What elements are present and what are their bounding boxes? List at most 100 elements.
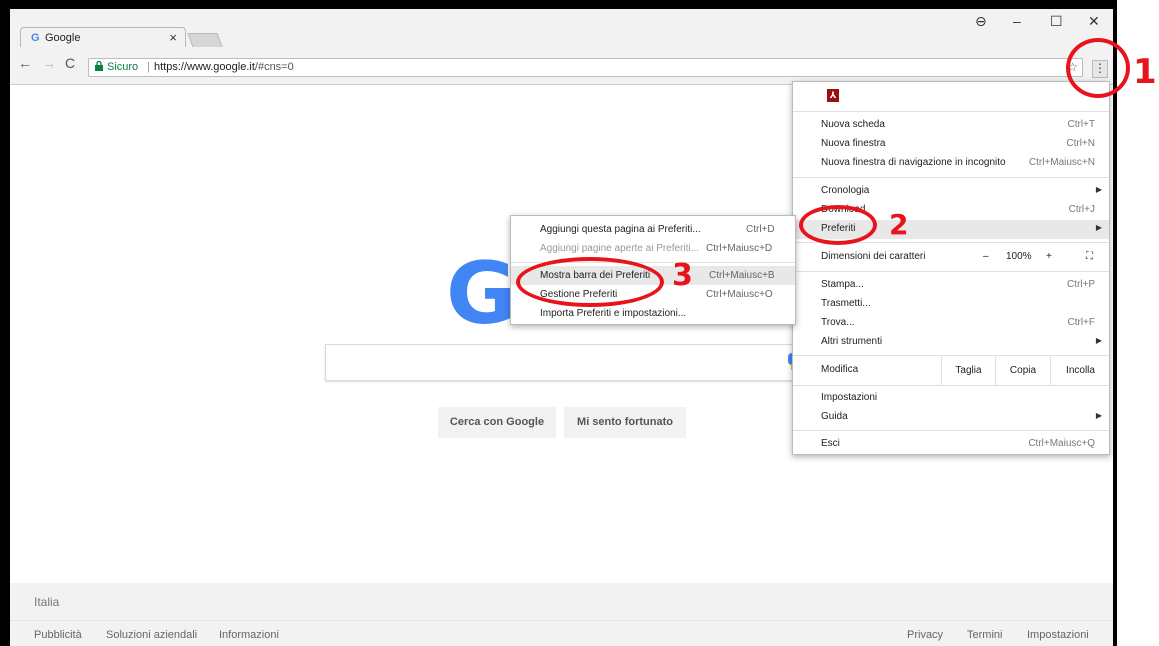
lock-icon	[95, 60, 103, 74]
submenu-item-bookmark-page[interactable]: Aggiungi questa pagina ai Preferiti... C…	[511, 220, 795, 239]
minimize-button[interactable]: –	[1013, 13, 1021, 29]
tab-close-icon[interactable]: ×	[169, 30, 177, 45]
annotation-circle-1	[1066, 38, 1130, 98]
browser-toolbar: ← → C Sicuro | https://www.google.it/#cn…	[10, 47, 1113, 85]
footer-link-privacy[interactable]: Privacy	[907, 629, 943, 641]
menu-item-label: Esci	[821, 438, 840, 449]
menu-item-label: Impostazioni	[821, 392, 878, 403]
pdf-extension-icon[interactable]: ⅄	[827, 89, 839, 102]
menu-item-history[interactable]: Cronologia ▶	[793, 182, 1109, 201]
url-base: https://www.google.it	[154, 61, 255, 73]
menu-item-label: Guida	[821, 411, 848, 422]
url-tail: /#cns=0	[254, 61, 294, 73]
submenu-item-shortcut: Ctrl+Maiusc+O	[706, 289, 773, 300]
footer-divider	[10, 620, 1113, 621]
menu-divider	[793, 111, 1109, 112]
tab-title: Google	[45, 32, 81, 44]
menu-item-label: Trasmetti...	[821, 298, 871, 309]
footer-country: Italia	[34, 595, 60, 609]
menu-item-print[interactable]: Stampa... Ctrl+P	[793, 276, 1109, 295]
zoom-level: 100%	[1006, 251, 1032, 262]
menu-item-help[interactable]: Guida ▶	[793, 408, 1109, 427]
menu-item-exit[interactable]: Esci Ctrl+Maiusc+Q	[793, 435, 1109, 454]
google-logo: G	[446, 244, 517, 344]
address-bar[interactable]: Sicuro | https://www.google.it/#cns=0 ☆	[88, 58, 1083, 77]
chevron-right-icon: ▶	[1095, 185, 1102, 194]
forward-button[interactable]: →	[42, 55, 56, 71]
copy-button[interactable]: Copia	[995, 356, 1050, 385]
menu-item-cast[interactable]: Trasmetti...	[793, 295, 1109, 314]
menu-item-shortcut: Ctrl+F	[1067, 317, 1096, 328]
menu-item-shortcut: Ctrl+P	[1066, 279, 1095, 290]
menu-item-incognito[interactable]: Nuova finestra di navigazione in incogni…	[793, 154, 1109, 173]
footer-link-about[interactable]: Informazioni	[219, 629, 279, 641]
menu-divider	[793, 271, 1109, 272]
annotation-number-2: 2	[889, 208, 909, 241]
menu-item-shortcut: Ctrl+J	[1068, 204, 1095, 215]
reload-button[interactable]: C	[65, 55, 75, 71]
menu-item-find[interactable]: Trova... Ctrl+F	[793, 314, 1109, 333]
zoom-in-button[interactable]: +	[1046, 251, 1052, 262]
close-window-button[interactable]: ✕	[1088, 13, 1100, 30]
footer-link-terms[interactable]: Termini	[967, 629, 1002, 641]
submenu-item-shortcut: Ctrl+Maiusc+D	[706, 243, 773, 254]
menu-divider	[793, 430, 1109, 431]
lucky-button[interactable]: Mi sento fortunato	[564, 407, 686, 438]
submenu-item-label: Aggiungi pagine aperte ai Preferiti...	[540, 243, 699, 254]
search-button[interactable]: Cerca con Google	[438, 407, 556, 438]
footer-link-business[interactable]: Soluzioni aziendali	[106, 629, 197, 641]
maximize-button[interactable]: ☐	[1050, 13, 1063, 30]
title-bar: G Google × ⊖ – ☐ ✕	[10, 9, 1113, 49]
new-tab-button[interactable]	[187, 33, 223, 47]
menu-item-label: Cronologia	[821, 185, 870, 196]
chevron-right-icon: ▶	[1095, 336, 1102, 345]
menu-item-label: Nuova finestra di navigazione in incogni…	[821, 157, 1006, 168]
submenu-item-bookmark-open-pages: Aggiungi pagine aperte ai Preferiti... C…	[511, 239, 795, 258]
footer-link-settings[interactable]: Impostazioni	[1027, 629, 1089, 641]
user-profile-icon[interactable]: ⊖	[975, 13, 987, 30]
menu-item-more-tools[interactable]: Altri strumenti ▶	[793, 333, 1109, 352]
search-input[interactable]	[325, 344, 798, 381]
menu-item-label: Stampa...	[821, 279, 864, 290]
annotation-circle-2	[799, 205, 877, 245]
browser-tab[interactable]: G Google ×	[20, 27, 186, 49]
menu-item-edit: Modifica Taglia Copia Incolla	[793, 356, 1109, 385]
menu-item-label: Nuova scheda	[821, 119, 885, 130]
chrome-menu: ⅄ Nuova scheda Ctrl+T Nuova finestra Ctr…	[792, 81, 1110, 455]
zoom-out-button[interactable]: –	[983, 251, 989, 262]
submenu-item-import[interactable]: Importa Preferiti e impostazioni...	[511, 304, 795, 323]
menu-divider	[793, 385, 1109, 386]
menu-item-shortcut: Ctrl+N	[1066, 138, 1095, 149]
annotation-circle-3	[516, 257, 664, 307]
menu-item-shortcut: Ctrl+Maiusc+N	[1028, 157, 1095, 168]
url-text: https://www.google.it/#cns=0	[154, 61, 294, 73]
menu-item-zoom: Dimensioni dei caratteri – 100% + ⛶	[793, 248, 1109, 267]
google-favicon-icon: G	[31, 32, 40, 44]
annotation-number-1: 1	[1133, 52, 1157, 92]
menu-item-new-window[interactable]: Nuova finestra Ctrl+N	[793, 135, 1109, 154]
submenu-item-shortcut: Ctrl+D	[746, 224, 775, 235]
menu-divider	[793, 177, 1109, 178]
menu-item-shortcut: Ctrl+Maiusc+Q	[1028, 438, 1095, 449]
menu-item-label: Altri strumenti	[821, 336, 883, 347]
menu-item-label: Nuova finestra	[821, 138, 886, 149]
back-button[interactable]: ←	[18, 55, 32, 71]
footer-link-advertising[interactable]: Pubblicità	[34, 629, 82, 641]
menu-item-new-tab[interactable]: Nuova scheda Ctrl+T	[793, 116, 1109, 135]
menu-item-label: Trova...	[821, 317, 855, 328]
cut-button[interactable]: Taglia	[941, 356, 995, 385]
submenu-item-label: Importa Preferiti e impostazioni...	[540, 308, 687, 319]
submenu-item-shortcut: Ctrl+Maiusc+B	[709, 270, 775, 281]
menu-item-settings[interactable]: Impostazioni	[793, 389, 1109, 408]
omnibox-separator: |	[147, 61, 150, 73]
annotation-number-3: 3	[672, 258, 693, 293]
secure-label: Sicuro	[107, 61, 139, 73]
fullscreen-icon[interactable]: ⛶	[1086, 251, 1093, 262]
browser-window: G Google × ⊖ – ☐ ✕ ← → C Sicuro | https:…	[10, 9, 1113, 646]
chevron-right-icon: ▶	[1095, 223, 1102, 232]
paste-button[interactable]: Incolla	[1050, 356, 1110, 385]
page-footer: Italia Pubblicità Soluzioni aziendali In…	[10, 583, 1113, 646]
menu-item-shortcut: Ctrl+T	[1067, 119, 1096, 130]
chevron-right-icon: ▶	[1095, 411, 1102, 420]
submenu-item-label: Aggiungi questa pagina ai Preferiti...	[540, 224, 701, 235]
